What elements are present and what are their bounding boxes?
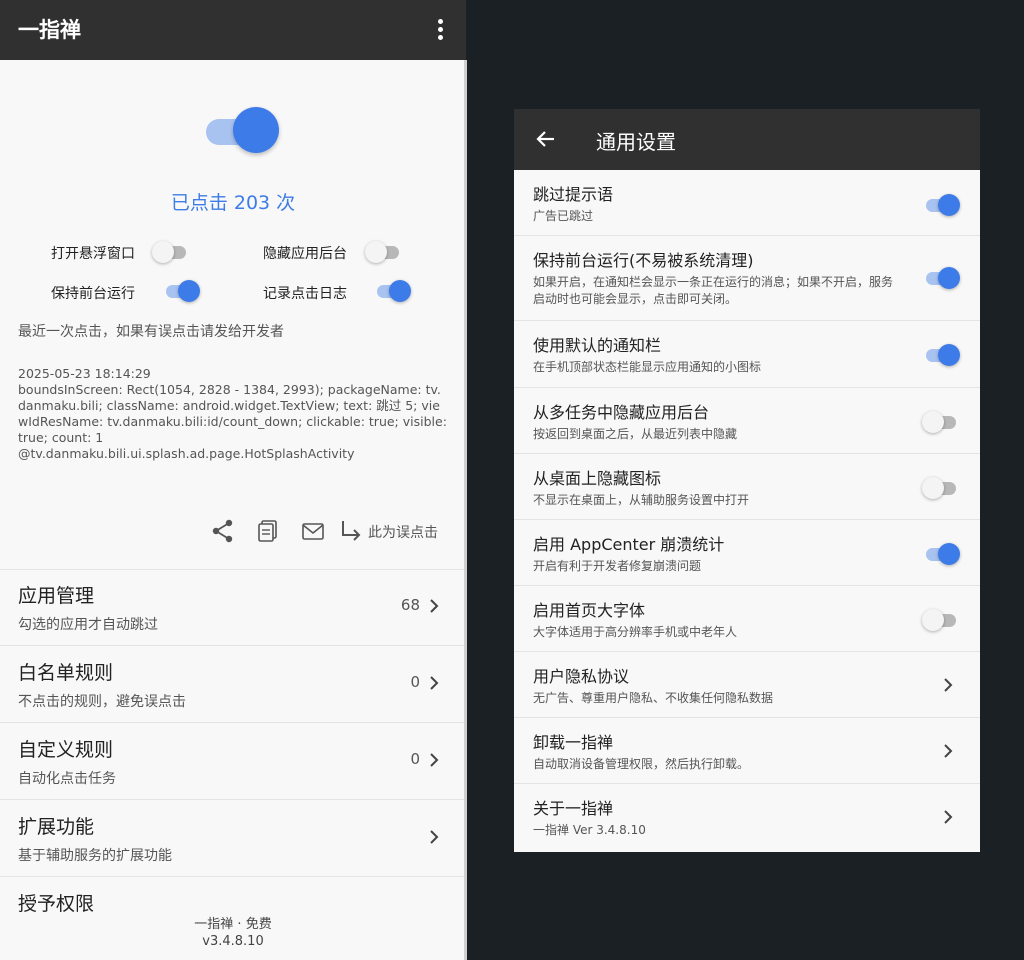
setting-appcenter-crash[interactable]: 启用 AppCenter 崩溃统计 开启有利于开发者修复崩溃问题 (514, 520, 980, 586)
setting-title: 保持前台运行(不易被系统清理) (533, 251, 754, 270)
setting-title: 用户隐私协议 (533, 667, 630, 686)
setting-subtitle: 大字体适用于高分辨率手机或中老年人 (533, 625, 738, 639)
skip-tip-switch[interactable] (922, 193, 960, 217)
hide-recents-switch[interactable] (922, 410, 960, 434)
list-item-subtitle: 不点击的规则，避免误点击 (18, 694, 186, 710)
setting-uninstall[interactable]: 卸载一指禅 自动取消设备管理权限，然后执行卸载。 (514, 718, 980, 784)
list-item-title: 扩展功能 (18, 816, 95, 838)
setting-subtitle: 无广告、尊重用户隐私、不收集任何隐私数据 (533, 691, 774, 705)
misclick-button[interactable]: 此为误点击 (368, 522, 438, 542)
setting-privacy-policy[interactable]: 用户隐私协议 无广告、尊重用户隐私、不收集任何隐私数据 (514, 652, 980, 718)
click-log-label: 记录点击日志 (263, 286, 347, 302)
more-vert-icon[interactable] (430, 15, 450, 45)
keep-foreground-switch[interactable] (922, 266, 960, 290)
list-item-whitelist[interactable]: 白名单规则 不点击的规则，避免误点击 0 (0, 647, 466, 723)
list-item-count: 68 (400, 596, 420, 614)
click-log-text: 2025-05-23 18:14:29 boundsInScreen: Rect… (18, 366, 448, 462)
app-title: 一指禅 (18, 18, 81, 42)
chevron-right-icon (430, 599, 439, 613)
setting-keep-foreground[interactable]: 保持前台运行(不易被系统清理) 如果开启，在通知栏会显示一条正在运行的消息；如果… (514, 236, 980, 321)
setting-title: 关于一指禅 (533, 799, 614, 818)
hide-recents-switch[interactable] (365, 240, 403, 264)
setting-subtitle: 如果开启，在通知栏会显示一条正在运行的消息；如果不开启，服务启动时也可能会显示，… (533, 275, 894, 306)
share-icon[interactable] (210, 518, 236, 544)
list-item-extensions[interactable]: 扩展功能 基于辅助服务的扩展功能 (0, 801, 466, 877)
log-content: 2025-05-23 18:14:29 boundsInScreen: Rect… (18, 366, 447, 461)
app-bar: 一指禅 (0, 0, 466, 60)
screen-edge (464, 60, 467, 960)
list-item-subtitle: 基于辅助服务的扩展功能 (18, 848, 172, 864)
last-click-hint: 最近一次点击，如果有误点击请发给开发者 (18, 324, 284, 340)
footer: 一指禅 · 免费 v3.4.8.10 (0, 916, 466, 950)
appcenter-crash-switch[interactable] (922, 542, 960, 566)
setting-title: 启用 AppCenter 崩溃统计 (533, 535, 725, 554)
footer-line1: 一指禅 · 免费 (194, 917, 272, 932)
list-item-title: 应用管理 (18, 585, 95, 607)
chevron-right-icon (430, 676, 439, 690)
setting-subtitle: 在手机顶部状态栏能显示应用通知的小图标 (533, 360, 762, 374)
setting-title: 卸载一指禅 (533, 733, 614, 752)
service-master-toggle[interactable] (204, 106, 280, 156)
chevron-right-icon (430, 830, 439, 844)
setting-subtitle: 自动取消设备管理权限，然后执行卸载。 (533, 757, 750, 771)
list-item-title: 授予权限 (18, 893, 95, 915)
default-notification-switch[interactable] (922, 343, 960, 367)
hide-recents-label: 隐藏应用后台 (263, 246, 347, 262)
settings-app-bar: 通用设置 (514, 109, 980, 170)
setting-default-notification[interactable]: 使用默认的通知栏 在手机顶部状态栏能显示应用通知的小图标 (514, 321, 980, 388)
general-settings-screen: 通用设置 跳过提示语 广告已跳过 保持前台运行(不易被系统清理) 如果开启，在通… (514, 109, 980, 852)
redirect-icon[interactable] (338, 518, 364, 544)
setting-hide-icon[interactable]: 从桌面上隐藏图标 不显示在桌面上，从辅助服务设置中打开 (514, 454, 980, 520)
footer-version: v3.4.8.10 (202, 934, 264, 949)
list-item-custom-rules[interactable]: 自定义规则 自动化点击任务 0 (0, 724, 466, 800)
setting-title: 使用默认的通知栏 (533, 336, 662, 355)
mail-icon[interactable] (300, 518, 326, 544)
list-item-count: 0 (410, 750, 420, 768)
hide-icon-switch[interactable] (922, 476, 960, 500)
list-item-count: 0 (410, 673, 420, 691)
chevron-right-icon (430, 753, 439, 767)
setting-subtitle: 广告已跳过 (533, 209, 594, 223)
setting-title: 从桌面上隐藏图标 (533, 469, 662, 488)
setting-hide-recents[interactable]: 从多任务中隐藏应用后台 按返回到桌面之后，从最近列表中隐藏 (514, 388, 980, 454)
back-arrow-icon[interactable] (534, 127, 558, 151)
setting-about[interactable]: 关于一指禅 一指禅 Ver 3.4.8.10 (514, 784, 980, 850)
chevron-right-icon (944, 744, 953, 758)
settings-title: 通用设置 (596, 130, 676, 154)
copy-icon[interactable] (255, 518, 281, 544)
floating-window-label: 打开悬浮窗口 (51, 246, 135, 262)
setting-subtitle: 一指禅 Ver 3.4.8.10 (533, 823, 646, 837)
list-item-app-management[interactable]: 应用管理 勾选的应用才自动跳过 68 (0, 570, 466, 646)
floating-window-switch[interactable] (152, 240, 190, 264)
list-item-subtitle: 自动化点击任务 (18, 771, 116, 787)
setting-title: 启用首页大字体 (533, 601, 646, 620)
large-font-switch[interactable] (922, 608, 960, 632)
setting-subtitle: 不显示在桌面上，从辅助服务设置中打开 (533, 493, 750, 507)
setting-title: 从多任务中隐藏应用后台 (533, 403, 710, 422)
setting-title: 跳过提示语 (533, 185, 614, 204)
setting-large-font[interactable]: 启用首页大字体 大字体适用于高分辨率手机或中老年人 (514, 586, 980, 652)
keep-foreground-switch[interactable] (162, 279, 200, 303)
setting-subtitle: 按返回到桌面之后，从最近列表中隐藏 (533, 427, 738, 441)
list-item-title: 自定义规则 (18, 739, 114, 761)
list-item-title: 白名单规则 (18, 662, 114, 684)
keep-foreground-label: 保持前台运行 (51, 286, 135, 302)
setting-subtitle: 开启有利于开发者修复崩溃问题 (533, 559, 702, 573)
main-screen: 一指禅 已点击 203 次 打开悬浮窗口 隐藏应用后台 保持前台运行 记录点击日… (0, 0, 466, 960)
chevron-right-icon (944, 810, 953, 824)
click-log-switch[interactable] (373, 279, 411, 303)
list-item-subtitle: 勾选的应用才自动跳过 (18, 617, 158, 633)
setting-skip-tip[interactable]: 跳过提示语 广告已跳过 (514, 170, 980, 236)
click-count-label: 已点击 203 次 (170, 192, 296, 214)
chevron-right-icon (944, 678, 953, 692)
